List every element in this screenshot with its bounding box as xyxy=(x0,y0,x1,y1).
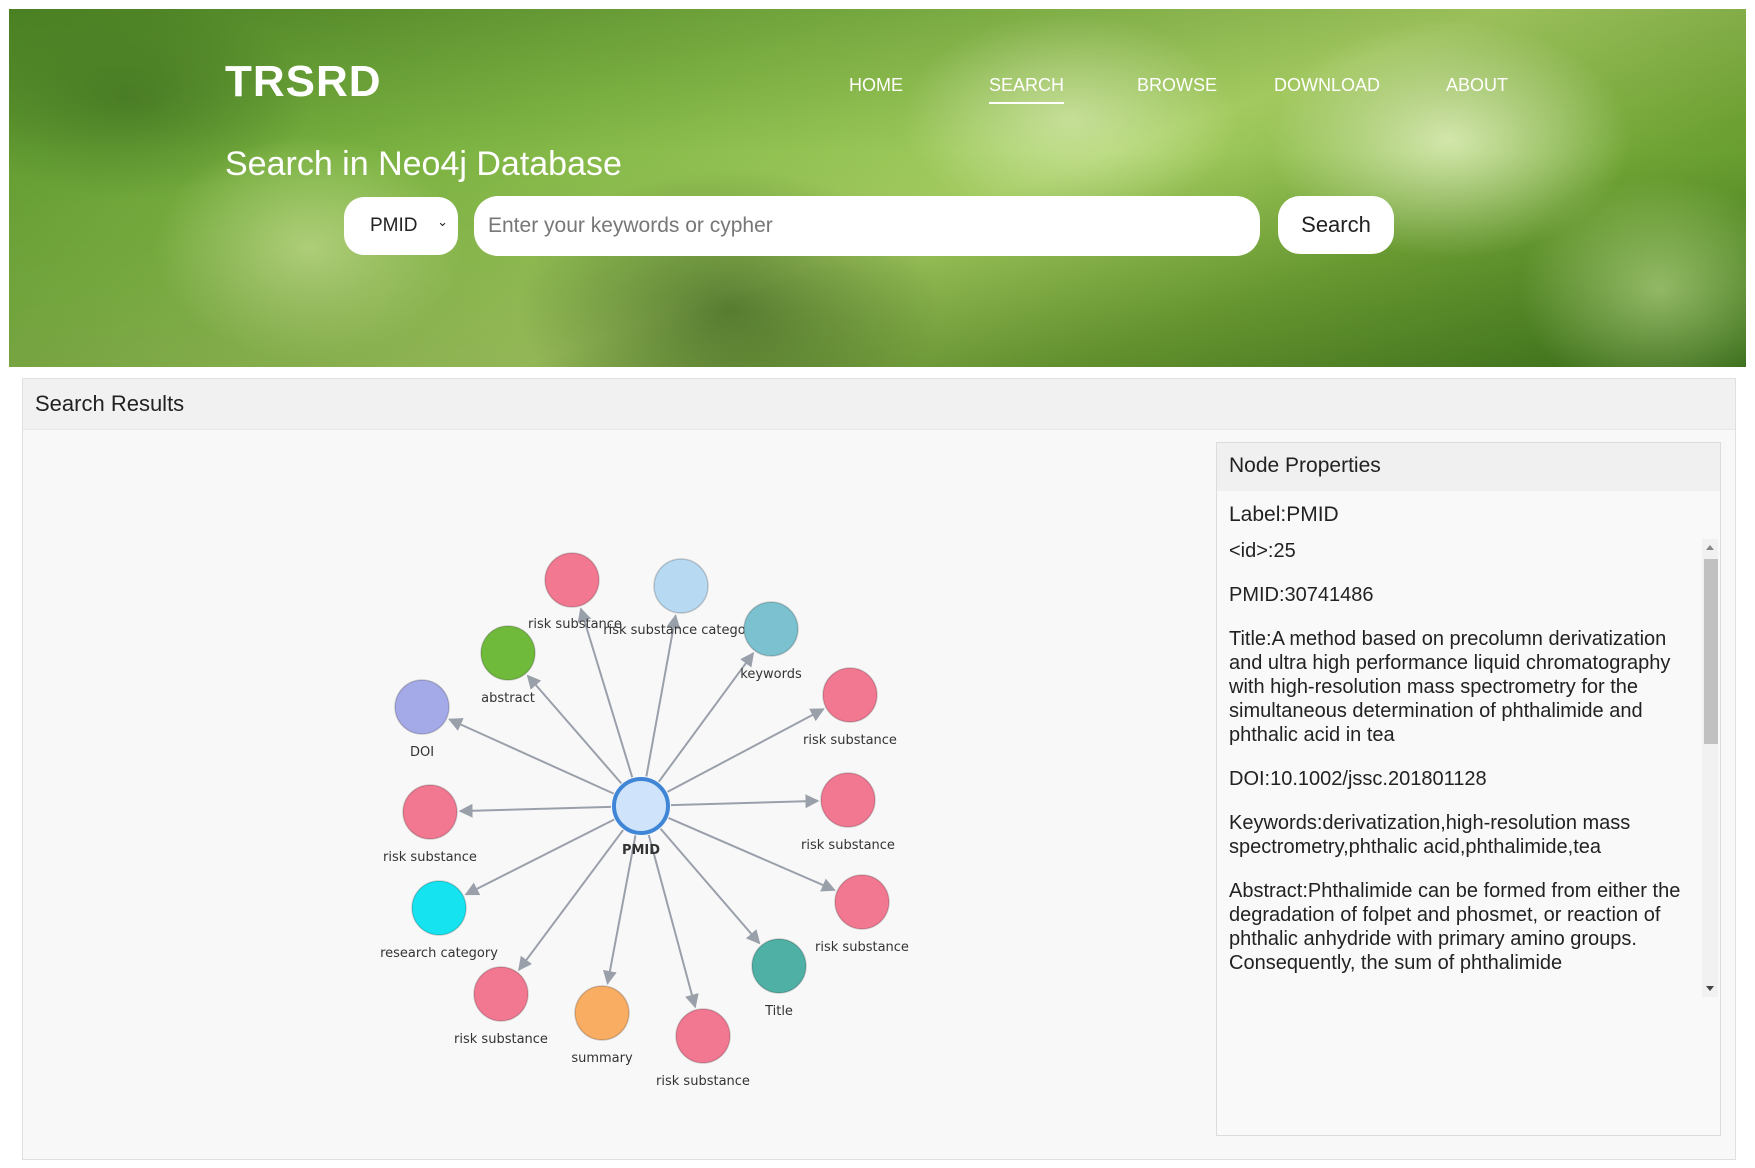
properties-scroll-area[interactable]: <id>:25 PMID:30741486 Title:A method bas… xyxy=(1217,539,1720,995)
scrollbar-thumb[interactable] xyxy=(1704,559,1718,744)
graph-node[interactable] xyxy=(574,985,630,1041)
property-abstract: Abstract:Phthalimide can be formed from … xyxy=(1229,880,1681,974)
graph-node-label: keywords xyxy=(740,667,802,682)
graph-node[interactable] xyxy=(544,552,600,608)
nav-download[interactable]: DOWNLOAD xyxy=(1274,75,1380,102)
graph-node-label: abstract xyxy=(481,691,535,706)
graph-node-label: risk substance xyxy=(801,838,895,853)
nav-about[interactable]: ABOUT xyxy=(1446,75,1508,102)
graph-edge xyxy=(464,818,615,896)
graph-node-label: research category xyxy=(380,946,498,961)
node-label-property: Label:PMID xyxy=(1229,503,1339,526)
graph-node-label: summary xyxy=(571,1051,633,1066)
graph-node[interactable] xyxy=(411,880,467,936)
graph-node[interactable] xyxy=(480,625,536,681)
properties-scrollbar[interactable] xyxy=(1702,539,1718,997)
graph-node[interactable] xyxy=(743,601,799,657)
graph-node[interactable] xyxy=(834,874,890,930)
graph-node[interactable] xyxy=(394,679,450,735)
graph-node[interactable] xyxy=(675,1008,731,1064)
graph-node[interactable] xyxy=(653,558,709,614)
property-id: <id>:25 xyxy=(1229,540,1296,562)
graph-edge xyxy=(526,674,623,785)
nav-browse[interactable]: BROWSE xyxy=(1137,75,1217,102)
node-properties-panel: Node Properties Label:PMID <id>:25 PMID:… xyxy=(1216,442,1721,1136)
graph-node-label: DOI xyxy=(410,745,434,760)
search-input[interactable] xyxy=(474,196,1260,256)
graph-node-label: risk substance xyxy=(454,1032,548,1047)
search-button[interactable]: Search xyxy=(1278,196,1394,254)
graph-edge xyxy=(458,803,612,818)
nav-home[interactable]: HOME xyxy=(849,75,903,102)
property-title: Title:A method based on precolumn deriva… xyxy=(1229,628,1671,746)
graph-edge xyxy=(667,708,825,793)
graph-center-node[interactable] xyxy=(612,777,670,835)
graph-node-label: risk substance xyxy=(815,940,909,955)
graph-edge xyxy=(659,828,761,945)
property-keywords: Keywords:derivatization,high-resolution … xyxy=(1229,812,1631,858)
graph-node-label: risk substance xyxy=(383,850,477,865)
graph-node-label: Title xyxy=(764,1004,793,1019)
graph-edge xyxy=(668,817,836,892)
graph-node[interactable] xyxy=(820,772,876,828)
graph-node[interactable] xyxy=(473,966,529,1022)
graph-edge xyxy=(518,829,624,972)
property-pmid: PMID:30741486 xyxy=(1229,584,1374,606)
graph-edge xyxy=(645,614,681,777)
page-subtitle: Search in Neo4j Database xyxy=(225,145,622,183)
nav-search[interactable]: SEARCH xyxy=(989,75,1065,104)
chevron-down-icon: ⌄ xyxy=(437,214,448,229)
scroll-up-icon[interactable] xyxy=(1706,545,1714,550)
graph-edge xyxy=(670,794,820,809)
property-doi: DOI:10.1002/jssc.201801128 xyxy=(1229,768,1487,790)
graph-center-label: PMID xyxy=(622,843,660,858)
node-properties-title: Node Properties xyxy=(1217,443,1720,491)
graph-node-label: risk substance xyxy=(656,1074,750,1089)
graph-node[interactable] xyxy=(822,667,878,723)
search-type-value: PMID xyxy=(370,215,418,236)
graph-node[interactable] xyxy=(751,938,807,994)
graph-node-label: risk substance xyxy=(803,733,897,748)
main-nav: HOME SEARCH BROWSE DOWNLOAD ABOUT xyxy=(9,75,1746,105)
graph-edge xyxy=(448,718,615,795)
graph-node[interactable] xyxy=(402,784,458,840)
graph-edge xyxy=(657,652,755,783)
graph-node-label: risk substance category xyxy=(603,623,759,638)
search-type-select[interactable]: PMID ⌄ xyxy=(344,197,458,255)
scroll-down-icon[interactable] xyxy=(1706,986,1714,991)
